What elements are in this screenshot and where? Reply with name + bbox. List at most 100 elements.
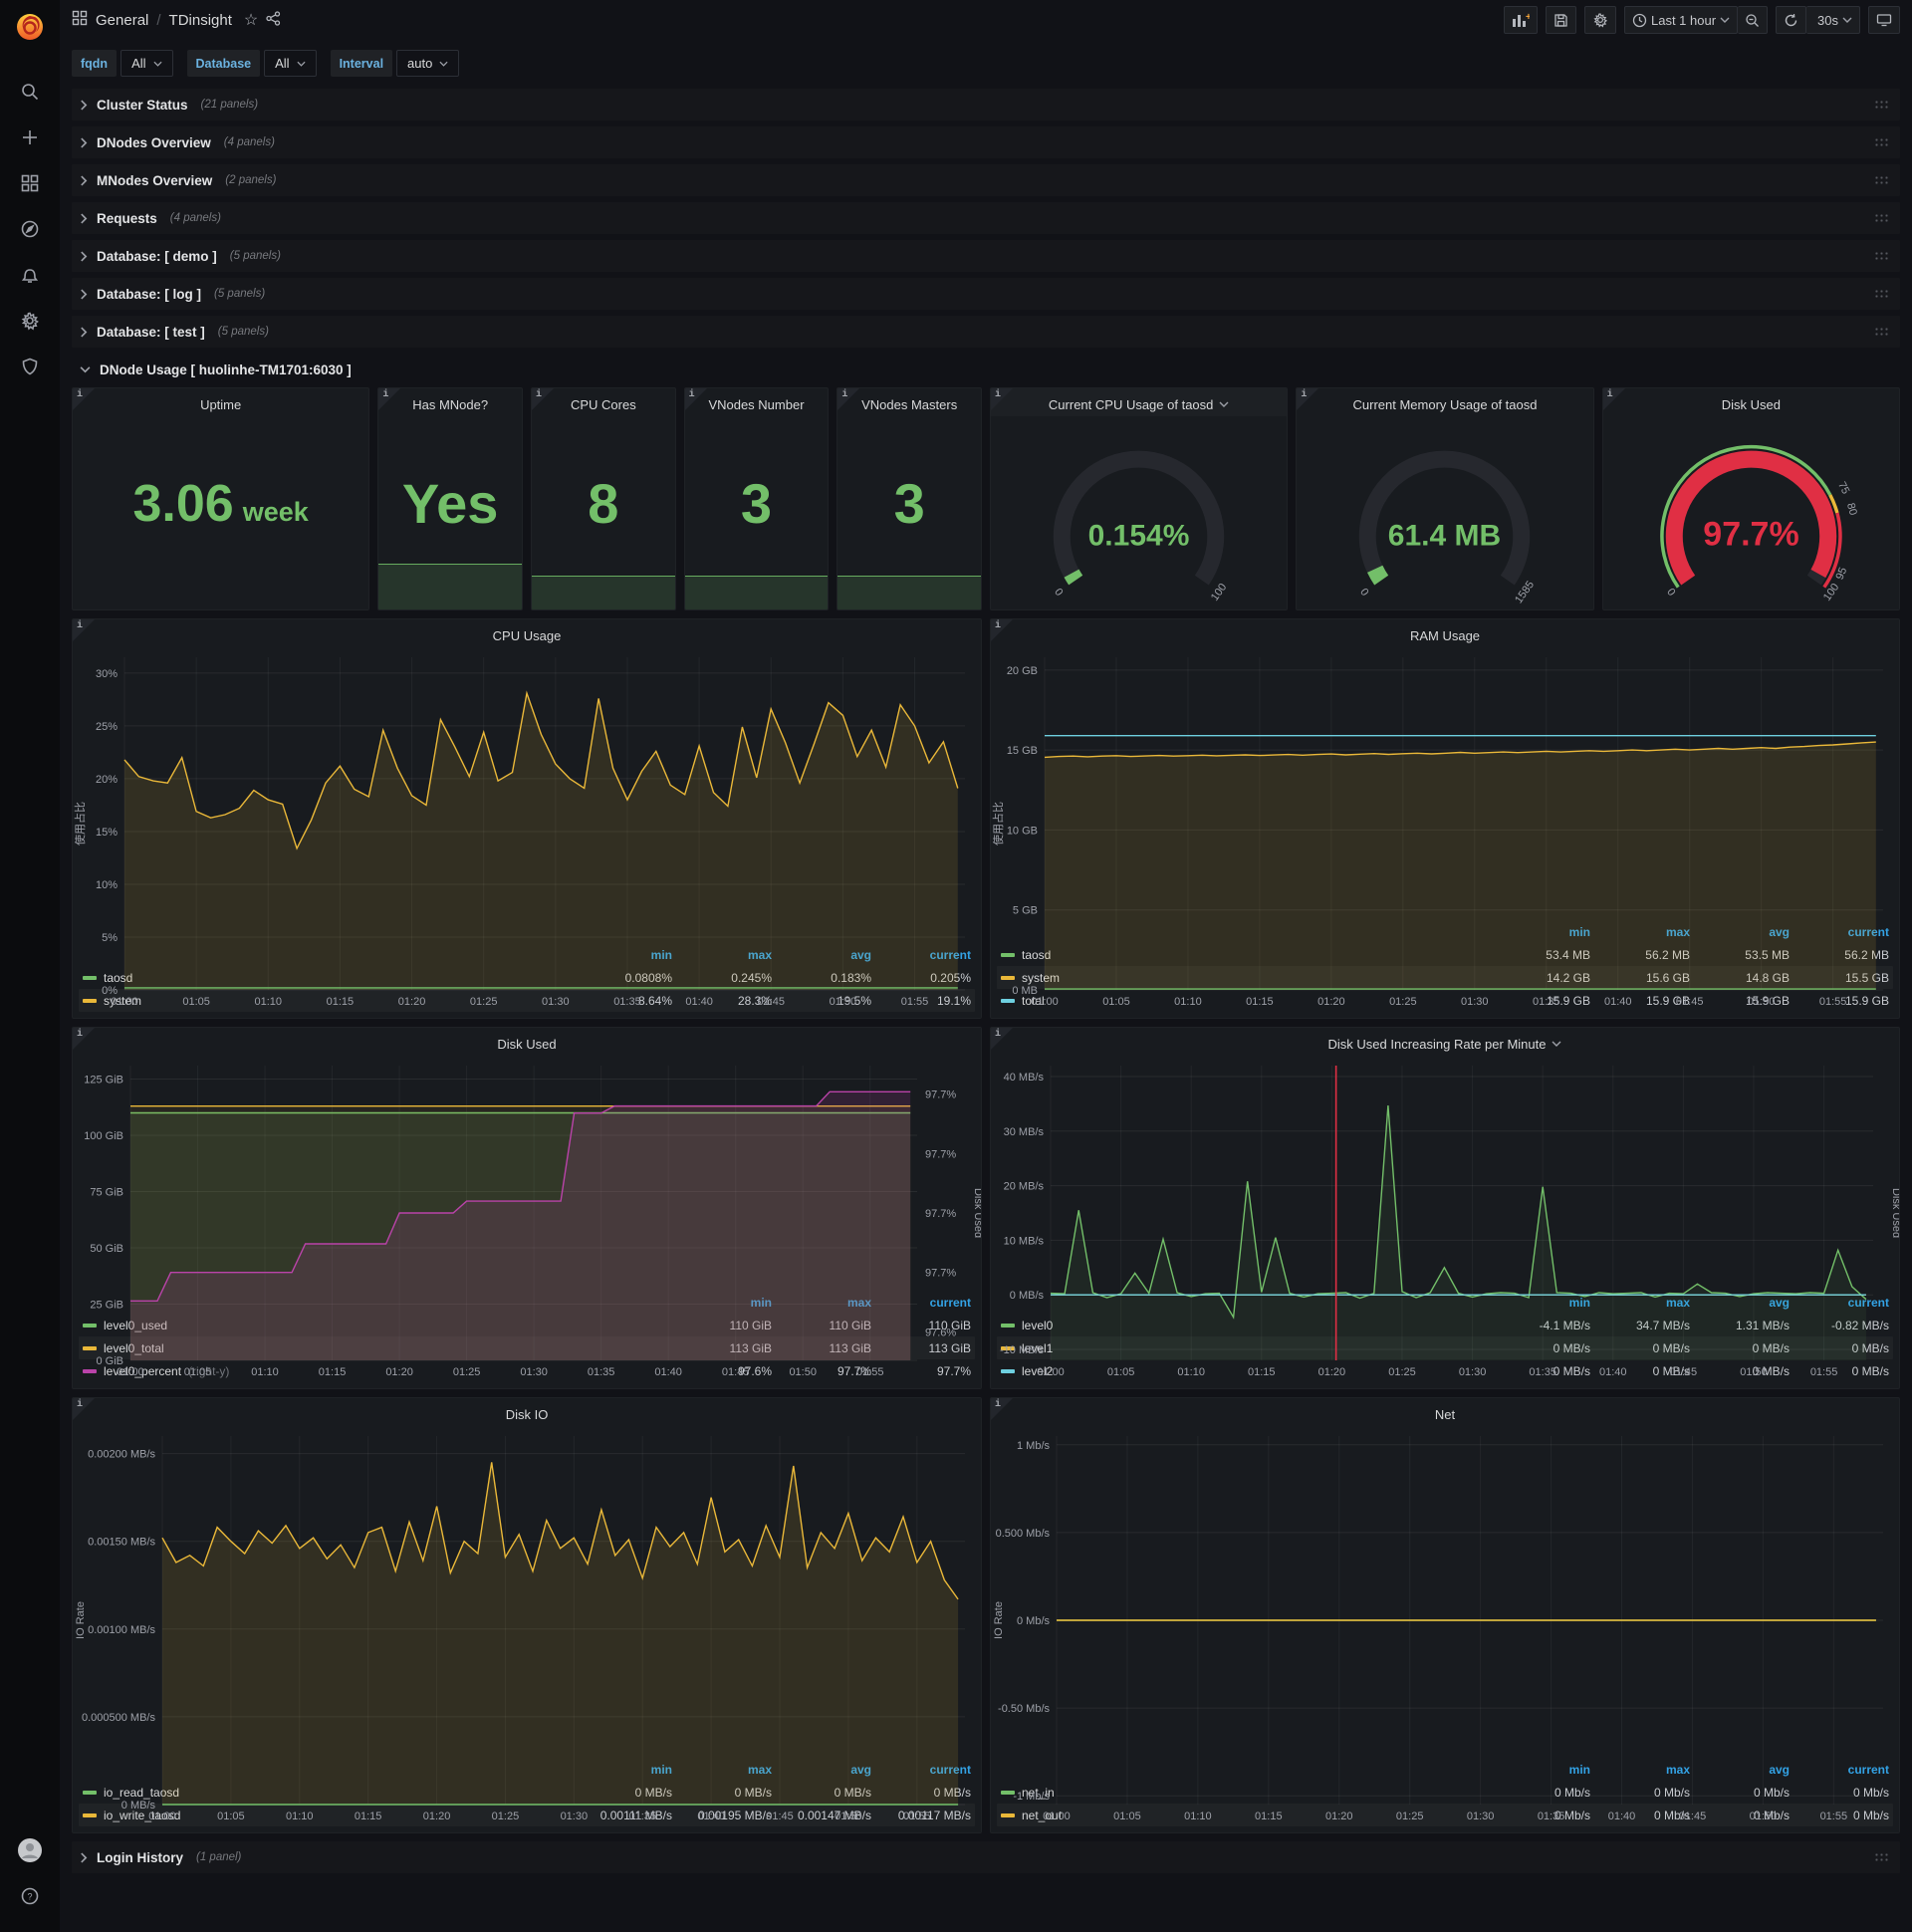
dashboards-icon[interactable]: [10, 163, 50, 203]
svg-text:01:10: 01:10: [1184, 1811, 1212, 1822]
panel-info-icon[interactable]: i: [73, 1028, 95, 1050]
dashboard-row[interactable]: Database: [ demo ] (5 panels): [72, 240, 1900, 272]
dashboard-row[interactable]: Cluster Status (21 panels): [72, 89, 1900, 121]
panel-menu-chevron-icon[interactable]: [1552, 1041, 1561, 1047]
svg-text:IO Rate: IO Rate: [75, 1601, 87, 1639]
svg-text:50 GiB: 50 GiB: [90, 1243, 123, 1255]
row-drag-handle[interactable]: [1874, 100, 1890, 110]
memory-gauge[interactable]: 0 1585 61.4 MB: [1297, 416, 1592, 609]
panel-vnodes-number: i VNodes Number 3: [683, 387, 830, 610]
cycle-view-mode-button[interactable]: [1868, 6, 1900, 34]
chevron-right-icon: [81, 251, 88, 261]
net-chart[interactable]: -1 Mb/s -0.50 Mb/s 0 Mb/s 0.500 Mb/s 1 Mb/s 0…: [991, 1426, 1899, 1822]
panel-info-icon[interactable]: i: [378, 388, 401, 410]
svg-text:01:25: 01:25: [470, 996, 498, 1008]
row-drag-handle[interactable]: [1874, 327, 1890, 337]
grafana-logo-icon[interactable]: [13, 10, 47, 44]
panel-info-icon[interactable]: i: [837, 388, 860, 410]
svg-text:01:25: 01:25: [492, 1811, 520, 1822]
save-dashboard-button[interactable]: [1545, 6, 1576, 34]
row-drag-handle[interactable]: [1874, 289, 1890, 299]
cpu-gauge[interactable]: 0 100 0.154%: [991, 416, 1287, 609]
dashboard-row[interactable]: Requests (4 panels): [72, 202, 1900, 234]
svg-text:01:35: 01:35: [1529, 1366, 1556, 1378]
refresh-button[interactable]: [1776, 6, 1807, 34]
panel-current-cpu-gauge: i Current CPU Usage of taosd 0 100 0.154%: [990, 387, 1289, 610]
panel-info-icon[interactable]: i: [532, 388, 554, 410]
user-avatar[interactable]: [10, 1830, 50, 1870]
panel-title[interactable]: Current Memory Usage of taosd: [1297, 388, 1592, 416]
variable-database-value[interactable]: All: [264, 50, 317, 77]
panel-title[interactable]: RAM Usage: [991, 619, 1899, 647]
panel-title[interactable]: Uptime: [73, 388, 368, 416]
panel-info-icon[interactable]: i: [1602, 388, 1625, 410]
ram-usage-chart[interactable]: 0 MB 5 GB 10 GB 15 GB 20 GB 01:00 01:05 01:10 01…: [991, 647, 1899, 1008]
row-drag-handle[interactable]: [1874, 175, 1890, 185]
configuration-gear-icon[interactable]: [10, 301, 50, 341]
svg-text:25 GiB: 25 GiB: [90, 1300, 123, 1312]
time-range-picker[interactable]: Last 1 hour: [1623, 6, 1739, 34]
svg-text:5%: 5%: [102, 932, 118, 944]
svg-text:01:35: 01:35: [628, 1811, 656, 1822]
add-panel-button[interactable]: +: [1503, 6, 1538, 34]
panel-title[interactable]: CPU Usage: [73, 619, 981, 647]
panel-info-icon[interactable]: i: [73, 388, 95, 410]
variable-fqdn-value[interactable]: All: [120, 50, 173, 77]
dashboards-grid-icon[interactable]: [72, 10, 88, 30]
dashboard-row[interactable]: Database: [ log ] (5 panels): [72, 278, 1900, 310]
svg-text:01:45: 01:45: [766, 1811, 794, 1822]
cpu-usage-chart[interactable]: 0% 5% 10% 15% 20% 25% 30% 01:00 01:05 01:10 01:15 0…: [73, 647, 981, 1008]
dashboard-settings-button[interactable]: [1583, 6, 1616, 34]
refresh-interval-picker[interactable]: 30s: [1806, 6, 1860, 34]
variable-interval-value[interactable]: auto: [396, 50, 460, 77]
panel-title[interactable]: Current CPU Usage of taosd: [991, 388, 1288, 416]
row-drag-handle[interactable]: [1874, 1852, 1890, 1862]
share-icon[interactable]: [266, 10, 281, 30]
star-icon[interactable]: ☆: [244, 10, 258, 30]
panel-info-icon[interactable]: i: [1297, 388, 1319, 410]
search-icon[interactable]: [10, 72, 50, 112]
svg-text:使用占比: 使用占比: [991, 802, 1005, 845]
create-plus-icon[interactable]: [10, 118, 50, 157]
dashboard-row[interactable]: MNodes Overview (2 panels): [72, 164, 1900, 196]
panel-info-icon[interactable]: i: [991, 1398, 1013, 1420]
panel-title[interactable]: Net: [991, 1398, 1899, 1426]
variables-bar: fqdn All Database All Interval auto: [60, 40, 1912, 89]
row-drag-handle[interactable]: [1874, 213, 1890, 223]
svg-text:使用占比: 使用占比: [73, 802, 87, 845]
panel-title[interactable]: Disk Used: [1603, 388, 1899, 416]
dashboard-row[interactable]: DNodes Overview (4 panels): [72, 126, 1900, 158]
panel-vnodes-masters: i VNodes Masters 3: [836, 387, 982, 610]
panel-info-icon[interactable]: i: [73, 619, 95, 641]
zoom-out-time-button[interactable]: [1738, 6, 1769, 34]
disk-used-chart[interactable]: 0 GiB 25 GiB 50 GiB 75 GiB 100 GiB 125 GiB 97.…: [73, 1056, 981, 1378]
svg-text:01:45: 01:45: [1670, 1366, 1698, 1378]
disk-used-gauge[interactable]: 0 75 80 95 100 97.7%: [1603, 416, 1899, 609]
panel-info-icon[interactable]: i: [73, 1398, 95, 1420]
dashboard-row[interactable]: Database: [ test ] (5 panels): [72, 316, 1900, 348]
panel-menu-chevron-icon[interactable]: [1219, 401, 1229, 407]
svg-text:0 MB/s: 0 MB/s: [1010, 1290, 1045, 1302]
panel-info-icon[interactable]: i: [991, 619, 1013, 641]
panel-title[interactable]: Disk IO: [73, 1398, 981, 1426]
row-panel-count: (4 panels): [223, 136, 275, 148]
disk-io-chart[interactable]: 0 MB/s 0.000500 MB/s 0.00100 MB/s 0.00150 M…: [73, 1426, 981, 1822]
chevron-right-icon: [81, 327, 88, 337]
svg-text:+: +: [1526, 12, 1530, 23]
row-drag-handle[interactable]: [1874, 137, 1890, 147]
panel-info-icon[interactable]: i: [991, 388, 1013, 410]
panel-info-icon[interactable]: i: [991, 1028, 1013, 1050]
alerting-bell-icon[interactable]: [10, 255, 50, 295]
row-drag-handle[interactable]: [1874, 251, 1890, 261]
explore-compass-icon[interactable]: [10, 209, 50, 249]
dashboard-row-dnode-usage[interactable]: DNode Usage [ huolinhe-TM1701:6030 ]: [72, 354, 1900, 385]
breadcrumb-folder[interactable]: General: [96, 12, 148, 29]
panel-title[interactable]: Disk Used: [73, 1028, 981, 1056]
server-admin-shield-icon[interactable]: [10, 347, 50, 386]
dashboard-row-login-history[interactable]: Login History (1 panel): [72, 1841, 1900, 1873]
disk-rate-chart[interactable]: -10 MB/s 0 MB/s 10 MB/s 20 MB/s 30 MB/s 40 MB…: [991, 1056, 1899, 1378]
help-icon[interactable]: ?: [10, 1876, 50, 1916]
panel-info-icon[interactable]: i: [684, 388, 707, 410]
stat-sparkline: [378, 564, 522, 609]
panel-title[interactable]: Disk Used Increasing Rate per Minute: [991, 1028, 1899, 1056]
